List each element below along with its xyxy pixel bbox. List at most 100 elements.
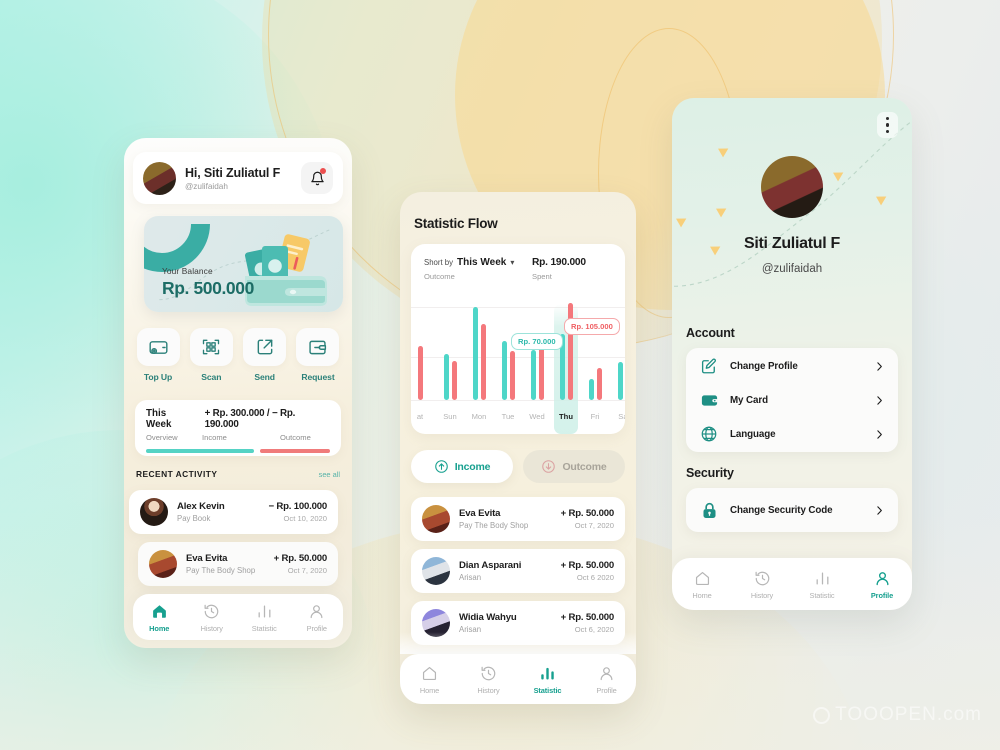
nav-label: Home <box>419 685 440 695</box>
bar-chart-icon <box>816 572 828 584</box>
nav-item-profile[interactable]: Profile <box>577 664 636 695</box>
recent-activity-header: RECENT ACTIVITY see all <box>136 469 340 479</box>
week-outcome-bar <box>260 449 330 453</box>
bar-outcome-sun <box>452 361 457 400</box>
week-income-bar <box>146 449 255 453</box>
list-item-label: Language <box>730 428 776 440</box>
list-item-language[interactable]: Language <box>686 417 898 451</box>
transaction-amount: + Rp. 50.000 <box>560 560 615 571</box>
avatar <box>149 550 177 578</box>
transaction-desc: Arisan <box>459 625 482 634</box>
table-row[interactable]: Dian Asparani Arisan + Rp. 50.000 Oct 6 … <box>411 549 625 593</box>
action-send[interactable]: Send <box>242 328 288 382</box>
tab-label: Outcome <box>562 460 607 473</box>
action-request[interactable]: Request <box>295 328 341 382</box>
week-title: This Week <box>146 408 172 430</box>
week-summary-top: This Week + Rp. 300.000 / − Rp. 190.000 <box>146 408 330 430</box>
action-label: Send <box>254 372 275 382</box>
phone-screen-profile: Siti Zuliatul F @zulifaidah Account Chan… <box>672 98 912 610</box>
list-item-my-card[interactable]: My Card <box>686 383 898 417</box>
nav-item-home[interactable]: Home <box>672 569 732 600</box>
nav-icon-wrap <box>400 664 459 683</box>
header-name-block: Hi, Siti Zuliatul F @zulifaidah <box>185 166 301 191</box>
list-item-change-security-code[interactable]: Change Security Code <box>686 488 898 532</box>
more-options-button[interactable] <box>877 112 898 138</box>
transaction-date: Oct 6, 2020 <box>574 625 614 634</box>
home-icon <box>152 604 166 618</box>
bar-outcome-fri <box>597 368 602 400</box>
nav-label: Statistic <box>251 623 277 633</box>
chart-annotation-income: Rp. 70.000 <box>511 333 563 350</box>
nav-icon-wrap <box>852 569 912 588</box>
avatar[interactable] <box>761 156 823 218</box>
tab-income[interactable]: Income <box>411 450 513 483</box>
nav-item-profile[interactable]: Profile <box>852 569 912 600</box>
avatar <box>422 609 450 637</box>
greeting-text: Hi, Siti Zuliatul F <box>185 165 281 180</box>
quick-actions: Top Up Scan Send Request <box>135 328 341 382</box>
transaction-amount: + Rp. 50.000 <box>560 508 615 519</box>
transaction-info: Eva Evita Pay The Body Shop <box>186 553 274 575</box>
avatar[interactable] <box>143 161 176 195</box>
nav-label: Profile <box>306 623 327 633</box>
list-item-change-profile[interactable]: Change Profile <box>686 349 898 383</box>
tab-label: Income <box>454 460 491 473</box>
table-row[interactable]: Alex Kevin Pay Book − Rp. 100.000 Oct 10… <box>129 490 338 534</box>
nav-item-history[interactable]: History <box>459 664 518 695</box>
see-all-link[interactable]: see all <box>319 470 340 479</box>
action-scan[interactable]: Scan <box>188 328 234 382</box>
balance-amount: Rp. 500.000 <box>162 278 254 298</box>
week-overview-label: Overview <box>146 433 178 442</box>
security-settings-card: Change Security Code <box>686 488 898 532</box>
transaction-date: Oct 7, 2020 <box>287 566 327 575</box>
chart-xtick: Sat <box>618 412 625 421</box>
nav-item-statistic[interactable]: Statistic <box>792 569 852 600</box>
nav-icon-wrap <box>459 664 518 683</box>
transaction-amount: + Rp. 50.000 <box>273 553 328 564</box>
table-row[interactable]: Eva Evita Pay The Body Shop + Rp. 50.000… <box>411 497 625 541</box>
nav-item-home[interactable]: Home <box>400 664 459 695</box>
chart-filter[interactable]: Short by This Week ▾ Outcome <box>424 257 532 281</box>
chart-xtick: Sun <box>443 412 457 421</box>
more-vertical-icon <box>885 117 890 121</box>
home-icon <box>695 571 709 585</box>
table-row[interactable]: Eva Evita Pay The Body Shop + Rp. 50.000… <box>138 542 338 586</box>
sort-by-value: This Week <box>457 257 507 268</box>
watermark-text: TOOOPEN.com <box>835 704 982 725</box>
nav-item-statistic[interactable]: Statistic <box>238 602 291 633</box>
avatar <box>140 498 168 526</box>
clock-history-icon <box>204 604 219 618</box>
account-settings-card: Change Profile My Card Language <box>686 348 898 452</box>
home-header: Hi, Siti Zuliatul F @zulifaidah <box>133 152 343 204</box>
nav-icon-wrap <box>291 602 344 621</box>
transaction-desc: Pay The Body Shop <box>459 521 529 530</box>
home-icon <box>422 666 437 680</box>
chevron-right-icon <box>877 361 882 371</box>
clock-history-icon <box>755 571 769 585</box>
transaction-amount: − Rp. 100.000 <box>268 501 328 512</box>
wallet-arrow-icon <box>309 340 327 354</box>
transaction-date: Oct 10, 2020 <box>283 514 327 523</box>
balance-card[interactable]: Your Balance Rp. 500.000 <box>144 216 343 312</box>
bottom-nav: Home History Statistic Profile <box>672 558 912 610</box>
action-label: Top Up <box>143 372 173 382</box>
table-row[interactable]: Widia Wahyu Arisan + Rp. 50.000 Oct 6, 2… <box>411 601 625 645</box>
nav-item-history[interactable]: History <box>186 602 239 633</box>
arrow-up-circle-icon <box>434 460 448 473</box>
action-top-up[interactable]: Top Up <box>135 328 181 382</box>
nav-item-statistic[interactable]: Statistic <box>518 664 577 695</box>
bar-outcome-sat0 <box>418 346 423 400</box>
pf-icon-wrap <box>699 390 719 410</box>
nav-item-home[interactable]: Home <box>133 602 186 633</box>
bar-outcome-mon <box>481 324 486 400</box>
notification-button[interactable] <box>301 162 333 194</box>
action-icon-wrap <box>243 328 287 366</box>
chart-xtick: at <box>416 412 424 421</box>
nav-item-profile[interactable]: Profile <box>291 602 344 633</box>
list-item-label: Change Profile <box>730 360 798 372</box>
notification-badge <box>320 168 326 174</box>
tab-outcome[interactable]: Outcome <box>523 450 625 483</box>
nav-item-history[interactable]: History <box>732 569 792 600</box>
watermark-logo-icon <box>813 706 831 724</box>
bar-chart-icon <box>541 667 554 680</box>
